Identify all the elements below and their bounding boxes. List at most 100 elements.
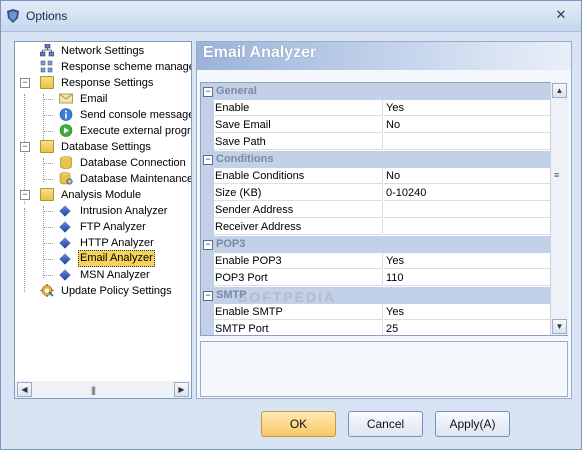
property-row-enable-smtp[interactable]: Enable SMTP Yes bbox=[201, 304, 551, 321]
tree-item-email-analyzer[interactable]: Email Analyzer bbox=[15, 250, 191, 267]
tree-item-database-maintenance[interactable]: Database Maintenance bbox=[15, 171, 191, 187]
app-shield-icon bbox=[7, 9, 19, 23]
property-row-save-email[interactable]: Save Email No bbox=[201, 117, 551, 134]
cancel-button[interactable]: Cancel bbox=[348, 411, 423, 437]
category-smtp[interactable]: − SMTP bbox=[201, 287, 551, 304]
email-icon bbox=[59, 93, 73, 104]
property-value[interactable]: 25 bbox=[384, 321, 551, 335]
property-name: Receiver Address bbox=[214, 219, 383, 235]
collapse-toggle[interactable]: − bbox=[20, 78, 30, 88]
network-icon bbox=[40, 44, 54, 57]
tree-item-email[interactable]: Email bbox=[15, 91, 191, 107]
property-name: Enable bbox=[214, 100, 383, 116]
property-row-enable[interactable]: Enable Yes bbox=[201, 100, 551, 117]
category-pop3[interactable]: − POP3 bbox=[201, 236, 551, 253]
scroll-grip[interactable]: ||| bbox=[91, 385, 96, 395]
property-value[interactable]: 110 bbox=[384, 270, 551, 286]
property-row-smtp-port[interactable]: SMTP Port 25 bbox=[201, 321, 551, 335]
tree-item-label: Response Settings bbox=[61, 77, 154, 89]
collapse-toggle[interactable]: − bbox=[20, 190, 30, 200]
tree-item-label: Email bbox=[80, 93, 108, 105]
property-row-size[interactable]: Size (KB) 0-10240 bbox=[201, 185, 551, 202]
database-gear-icon bbox=[59, 172, 73, 185]
tree-item-ftp-analyzer[interactable]: FTP Analyzer bbox=[15, 219, 191, 235]
property-name: Sender Address bbox=[214, 202, 383, 218]
tree-item-response-scheme[interactable]: Response scheme management bbox=[15, 59, 191, 75]
tree-item-label: Database Settings bbox=[61, 141, 151, 153]
tree-item-label: Execute external program bbox=[80, 125, 191, 137]
grid-vertical-scrollbar[interactable]: ▲ ≡ ▼ bbox=[550, 82, 568, 335]
tree-item-update-policy-settings[interactable]: Update Policy Settings bbox=[15, 283, 191, 299]
property-name: Size (KB) bbox=[214, 185, 383, 201]
category-general[interactable]: − General bbox=[201, 83, 551, 100]
tree-item-msn-analyzer[interactable]: MSN Analyzer bbox=[15, 267, 191, 283]
module-icon bbox=[59, 237, 71, 249]
tree-item-label: Database Maintenance bbox=[80, 173, 192, 185]
property-name: POP3 Port bbox=[214, 270, 383, 286]
property-grid: − General Enable Yes Save Email No Save … bbox=[200, 82, 568, 336]
property-name: Enable SMTP bbox=[214, 304, 383, 320]
module-icon bbox=[59, 269, 71, 281]
property-value[interactable]: No bbox=[384, 168, 551, 184]
scroll-left-button[interactable]: ◀ bbox=[17, 382, 32, 397]
tree-item-database-connection[interactable]: Database Connection bbox=[15, 155, 191, 171]
property-value[interactable]: 0-10240 bbox=[384, 185, 551, 201]
tree-item-network-settings[interactable]: Network Settings bbox=[15, 43, 191, 59]
scroll-up-button[interactable]: ▲ bbox=[552, 83, 567, 98]
module-icon bbox=[59, 205, 71, 217]
tree-item-label: Update Policy Settings bbox=[61, 285, 172, 297]
tree-item-intrusion-analyzer[interactable]: Intrusion Analyzer bbox=[15, 203, 191, 219]
tree-item-analysis-module[interactable]: − Analysis Module bbox=[15, 187, 191, 203]
collapse-toggle[interactable]: − bbox=[203, 87, 213, 97]
tree-horizontal-scrollbar[interactable]: ◀ ||| ▶ bbox=[15, 381, 191, 398]
close-button[interactable]: ✕ bbox=[549, 6, 573, 24]
property-row-pop3-port[interactable]: POP3 Port 110 bbox=[201, 270, 551, 287]
property-row-receiver-address[interactable]: Receiver Address bbox=[201, 219, 551, 236]
category-label: SMTP bbox=[216, 289, 247, 301]
property-row-enable-conditions[interactable]: Enable Conditions No bbox=[201, 168, 551, 185]
tree-item-label: HTTP Analyzer bbox=[80, 237, 154, 249]
tree-item-execute-external-program[interactable]: Execute external program bbox=[15, 123, 191, 139]
property-name: Save Email bbox=[214, 117, 383, 133]
module-icon bbox=[59, 253, 71, 265]
property-row-save-path[interactable]: Save Path bbox=[201, 134, 551, 151]
property-name: SMTP Port bbox=[214, 321, 383, 335]
tree-item-label: Intrusion Analyzer bbox=[80, 205, 168, 217]
tree-item-http-analyzer[interactable]: HTTP Analyzer bbox=[15, 235, 191, 251]
options-dialog: Options ✕ Network Settings Response sche… bbox=[0, 0, 582, 450]
category-label: General bbox=[216, 85, 257, 97]
collapse-toggle[interactable]: − bbox=[20, 142, 30, 152]
property-value[interactable]: Yes bbox=[384, 253, 551, 269]
tree-item-response-settings[interactable]: − Response Settings bbox=[15, 75, 191, 91]
property-row-sender-address[interactable]: Sender Address bbox=[201, 202, 551, 219]
tree-item-label: Email Analyzer bbox=[78, 250, 155, 267]
property-value[interactable] bbox=[384, 202, 551, 218]
tree-item-label: MSN Analyzer bbox=[80, 269, 150, 281]
tree-item-database-settings[interactable]: − Database Settings bbox=[15, 139, 191, 155]
category-label: Conditions bbox=[216, 153, 274, 165]
property-value[interactable] bbox=[384, 134, 551, 150]
property-value[interactable]: Yes bbox=[384, 304, 551, 320]
database-icon bbox=[60, 156, 72, 169]
panel-title: Email Analyzer bbox=[203, 44, 317, 61]
scheme-icon bbox=[40, 60, 53, 73]
collapse-toggle[interactable]: − bbox=[203, 240, 213, 250]
settings-tree: Network Settings Response scheme managem… bbox=[14, 41, 192, 399]
property-row-enable-pop3[interactable]: Enable POP3 Yes bbox=[201, 253, 551, 270]
collapse-toggle[interactable]: − bbox=[203, 155, 213, 165]
ok-button[interactable]: OK bbox=[261, 411, 336, 437]
apply-button[interactable]: Apply(A) bbox=[435, 411, 510, 437]
category-label: POP3 bbox=[216, 238, 246, 250]
scroll-grip[interactable]: ≡ bbox=[554, 171, 559, 180]
property-name: Enable POP3 bbox=[214, 253, 383, 269]
collapse-toggle[interactable]: − bbox=[203, 291, 213, 301]
folder-icon bbox=[40, 188, 54, 201]
property-value[interactable]: Yes bbox=[384, 100, 551, 116]
tree-item-send-console-message[interactable]: Send console message bbox=[15, 107, 191, 123]
scroll-down-button[interactable]: ▼ bbox=[552, 319, 567, 334]
module-icon bbox=[59, 221, 71, 233]
scroll-right-button[interactable]: ▶ bbox=[174, 382, 189, 397]
property-value[interactable]: No bbox=[384, 117, 551, 133]
property-value[interactable] bbox=[384, 219, 551, 235]
category-conditions[interactable]: − Conditions bbox=[201, 151, 551, 168]
